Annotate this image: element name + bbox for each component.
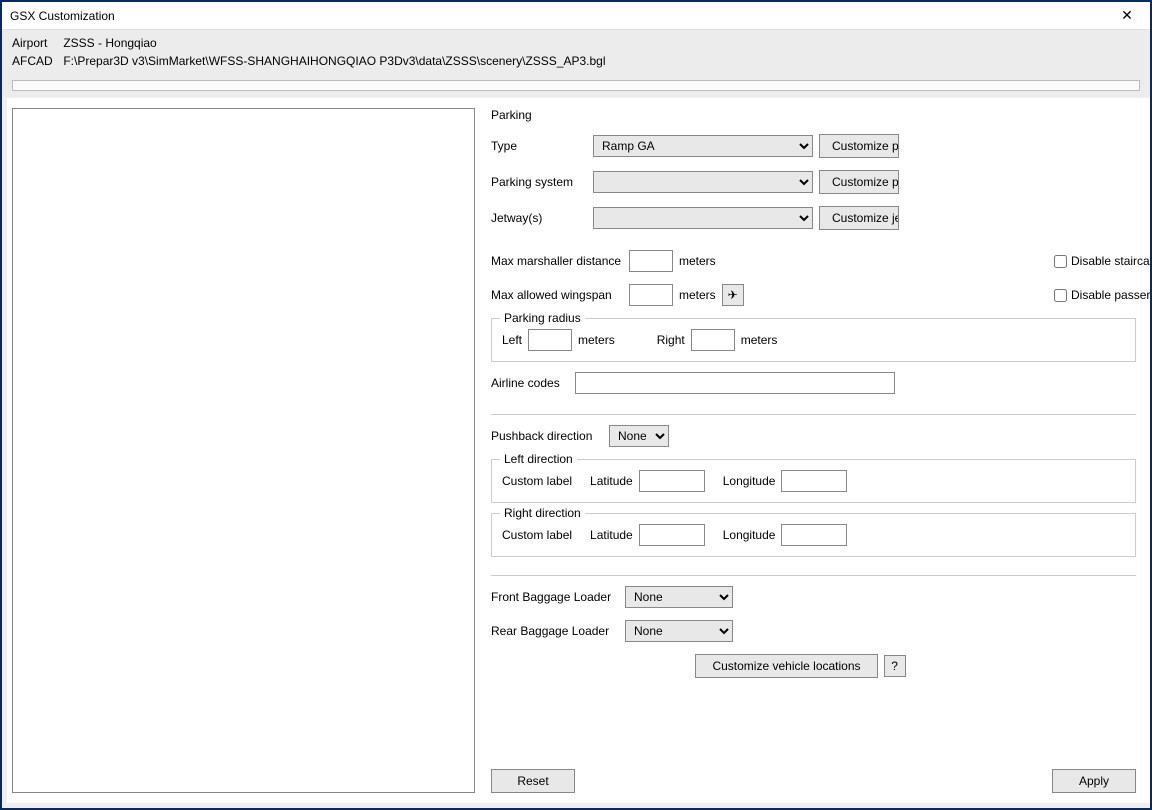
close-icon: ✕ [1121,7,1133,24]
customize-type-button[interactable]: Customize p [819,134,899,158]
radius-right-label: Right [657,333,685,347]
parking-settings: Parking Type Ramp GA Customize p Parking… [483,98,1150,803]
right-longitude-label: Longitude [723,528,776,542]
type-select[interactable]: Ramp GA [593,135,813,157]
jetway-label: Jetway(s) [491,211,587,225]
left-longitude-label: Longitude [723,474,776,488]
afcad-value: F:\Prepar3D v3\SimMarket\WFSS-SHANGHAIHO… [63,54,605,68]
type-row: Type Ramp GA Customize p [491,134,1150,158]
bottom-buttons: Reset Apply [491,769,1150,793]
disable-passenger-checkbox[interactable] [1054,289,1067,302]
disable-staircase-wrap: Disable stairca [1054,254,1150,268]
left-direction-fieldset: Left direction Custom label Latitude Lon… [491,459,1136,503]
airline-codes-input[interactable] [575,372,895,394]
front-loader-select[interactable]: None [625,586,733,608]
content-area: Parking Type Ramp GA Customize p Parking… [7,98,1150,803]
left-latitude-input[interactable] [639,470,705,492]
customize-vehicle-row: Customize vehicle locations ? [483,654,1150,678]
window-title: GSX Customization [10,9,115,23]
reset-button[interactable]: Reset [491,769,575,793]
progress-area [2,76,1150,97]
jetway-row: Jetway(s) Customize je [491,206,1150,230]
right-longitude-input[interactable] [781,524,847,546]
max-marshaller-label: Max marshaller distance [491,254,623,268]
airport-row: Airport ZSSS - Hongqiao [12,36,1140,50]
airline-codes-row: Airline codes [491,372,1150,394]
right-direction-legend: Right direction [500,506,585,520]
divider-1 [491,414,1136,415]
titlebar: GSX Customization ✕ [2,2,1150,30]
afcad-row: AFCAD F:\Prepar3D v3\SimMarket\WFSS-SHAN… [12,54,1140,68]
parking-system-select[interactable] [593,171,813,193]
max-wingspan-row: Max allowed wingspan meters ✈ Disable pa… [491,284,1150,306]
disable-passenger-wrap: Disable passer [1054,288,1150,302]
afcad-label: AFCAD [12,54,60,68]
wingspan-aircraft-button[interactable]: ✈ [722,284,744,306]
left-direction-legend: Left direction [500,452,577,466]
main-window: GSX Customization ✕ Airport ZSSS - Hongq… [0,0,1152,810]
max-wingspan-input[interactable] [629,284,673,306]
left-custom-label: Custom label [502,474,572,488]
help-button[interactable]: ? [884,655,906,677]
radius-right-input[interactable] [691,329,735,351]
pushback-label: Pushback direction [491,429,603,443]
customize-vehicle-button[interactable]: Customize vehicle locations [695,654,877,678]
right-custom-label: Custom label [502,528,572,542]
radius-left-input[interactable] [528,329,572,351]
disable-passenger-label: Disable passer [1071,288,1150,302]
parking-radius-fieldset: Parking radius Left meters Right meters [491,318,1136,362]
apply-button[interactable]: Apply [1052,769,1136,793]
radius-left-label: Left [502,333,522,347]
pushback-row: Pushback direction None [491,425,1150,447]
help-icon: ? [891,659,898,673]
right-latitude-input[interactable] [639,524,705,546]
customize-jetway-button[interactable]: Customize je [819,206,899,230]
info-area: Airport ZSSS - Hongqiao AFCAD F:\Prepar3… [2,30,1150,76]
disable-staircase-label: Disable stairca [1071,254,1150,268]
parking-radius-legend: Parking radius [500,311,585,325]
progress-bar [12,80,1140,91]
max-wingspan-label: Max allowed wingspan [491,288,623,302]
front-loader-row: Front Baggage Loader None [491,586,1150,608]
parking-system-label: Parking system [491,175,587,189]
meters-label-3: meters [578,333,615,347]
airline-codes-label: Airline codes [491,376,569,390]
right-latitude-label: Latitude [590,528,633,542]
left-latitude-label: Latitude [590,474,633,488]
meters-label-1: meters [679,254,716,268]
right-dir-row: Custom label Latitude Longitude [502,524,1125,546]
airport-value: ZSSS - Hongqiao [63,36,156,50]
parking-system-row: Parking system Customize p [491,170,1150,194]
parking-heading: Parking [491,108,1150,122]
meters-label-4: meters [741,333,778,347]
airport-label: Airport [12,36,60,50]
customize-parking-system-button[interactable]: Customize p [819,170,899,194]
right-direction-fieldset: Right direction Custom label Latitude Lo… [491,513,1136,557]
disable-staircase-checkbox[interactable] [1054,255,1067,268]
close-button[interactable]: ✕ [1104,2,1150,30]
jetway-select[interactable] [593,207,813,229]
rear-loader-select[interactable]: None [625,620,733,642]
pushback-select[interactable]: None [609,425,669,447]
divider-2 [491,575,1136,576]
type-label: Type [491,139,587,153]
parking-list[interactable] [12,108,475,793]
rear-loader-label: Rear Baggage Loader [491,624,619,638]
left-dir-row: Custom label Latitude Longitude [502,470,1125,492]
left-longitude-input[interactable] [781,470,847,492]
rear-loader-row: Rear Baggage Loader None [491,620,1150,642]
front-loader-label: Front Baggage Loader [491,590,619,604]
max-marshaller-row: Max marshaller distance meters Disable s… [491,250,1150,272]
max-marshaller-input[interactable] [629,250,673,272]
plane-icon: ✈ [728,288,738,302]
parking-radius-row: Left meters Right meters [502,329,1125,351]
meters-label-2: meters [679,288,716,302]
